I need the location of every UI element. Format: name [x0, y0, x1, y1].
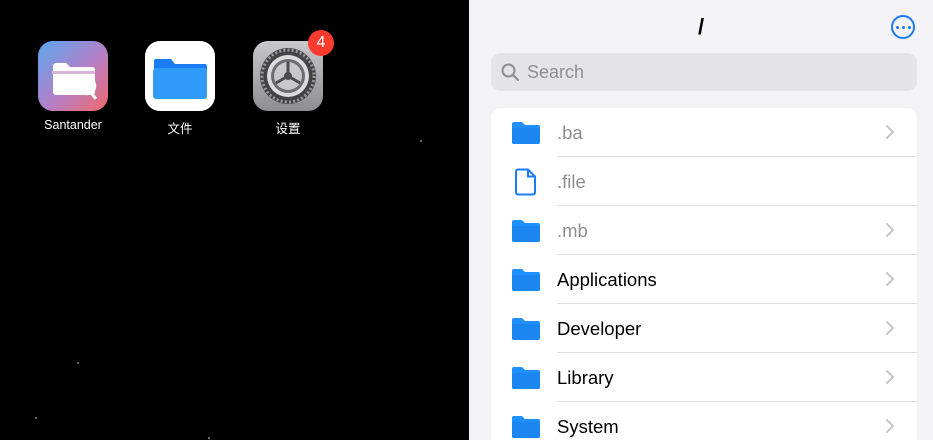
file-name: .file	[557, 170, 586, 192]
file-row[interactable]: Applications	[491, 255, 917, 304]
app-label: 设置	[275, 122, 301, 136]
wallpaper-star	[208, 437, 210, 439]
chevron-right-icon	[885, 320, 895, 341]
settings-gear-icon: 4	[253, 30, 334, 111]
ellipsis-circle-icon[interactable]	[891, 15, 915, 39]
files-folder-icon	[145, 41, 215, 111]
home-screen: Santander 文件 4 设置	[0, 0, 469, 440]
chevron-right-icon	[885, 222, 895, 243]
file-row[interactable]: .ba	[491, 108, 917, 157]
search-icon	[501, 63, 519, 81]
search-bar[interactable]	[491, 53, 917, 91]
file-name: System	[557, 415, 619, 437]
chevron-right-icon	[885, 271, 895, 292]
chevron-right-icon	[885, 369, 895, 390]
document-icon	[511, 167, 541, 197]
file-name: Developer	[557, 317, 642, 339]
app-files[interactable]: 文件	[145, 41, 215, 137]
files-panel: / .ba .file .mb Applications Developer Librar…	[469, 0, 933, 440]
folder-icon	[511, 363, 541, 393]
file-list: .ba .file .mb Applications Developer Library S…	[491, 108, 917, 440]
search-input[interactable]	[525, 60, 889, 84]
file-name: Applications	[557, 268, 657, 290]
folder-icon	[511, 216, 541, 246]
app-label: Santander	[44, 118, 102, 132]
folder-icon	[511, 314, 541, 344]
file-name: .mb	[557, 219, 588, 241]
file-row[interactable]: Library	[491, 353, 917, 402]
chevron-right-icon	[885, 124, 895, 145]
page-title: /	[697, 14, 705, 39]
file-row[interactable]: .mb	[491, 206, 917, 255]
chevron-right-icon	[885, 418, 895, 439]
santander-folder-icon	[38, 41, 108, 111]
file-row[interactable]: .file	[491, 157, 917, 206]
notification-badge: 4	[308, 30, 334, 56]
file-row[interactable]: System	[491, 402, 917, 440]
folder-icon	[511, 118, 541, 148]
wallpaper-star	[420, 140, 422, 142]
wallpaper-star	[77, 362, 79, 364]
app-label: 文件	[167, 122, 193, 136]
folder-icon	[511, 412, 541, 440]
file-name: Library	[557, 366, 614, 388]
folder-icon	[511, 265, 541, 295]
app-santander[interactable]: Santander	[38, 41, 108, 132]
app-settings[interactable]: 4 设置	[253, 30, 334, 137]
wallpaper-star	[35, 417, 37, 419]
file-name: .ba	[557, 121, 583, 143]
file-row[interactable]: Developer	[491, 304, 917, 353]
